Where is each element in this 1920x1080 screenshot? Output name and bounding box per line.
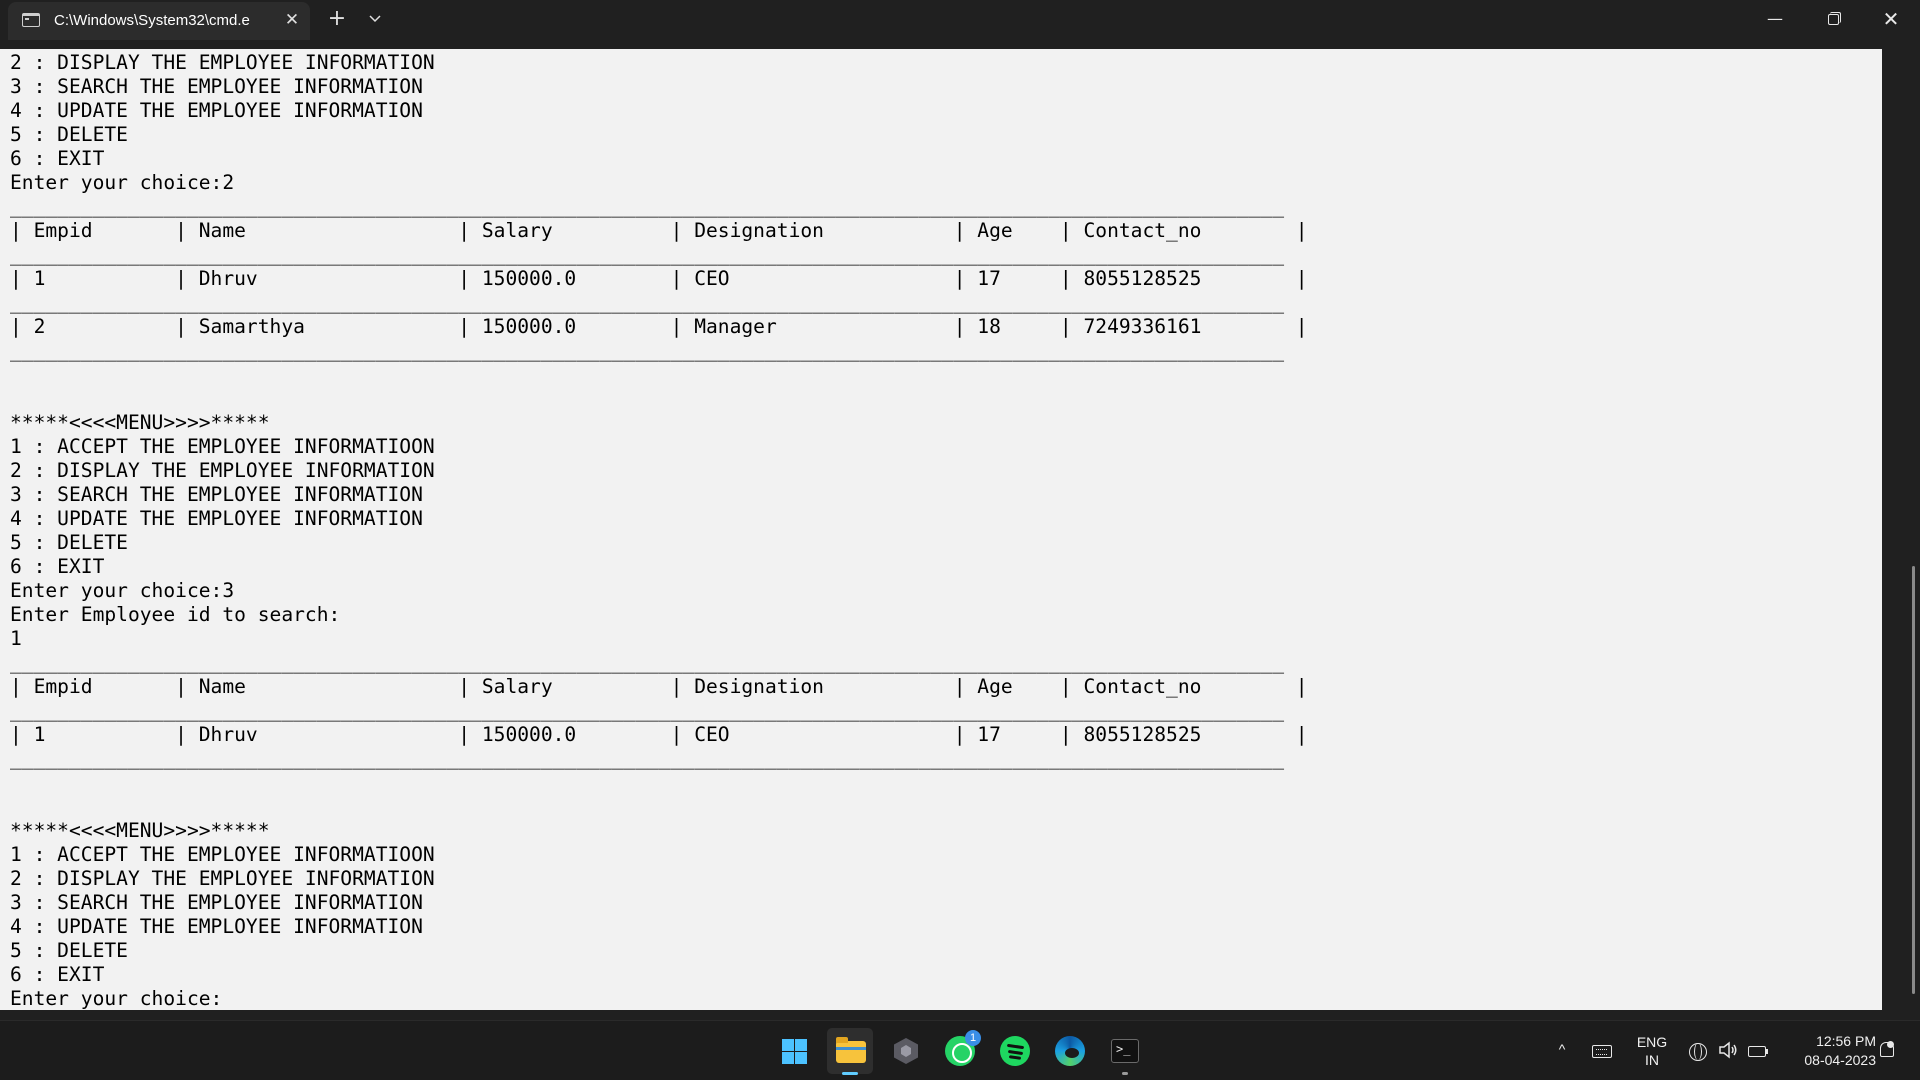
lang-region: IN [1645, 1052, 1659, 1068]
edge-button[interactable] [1047, 1028, 1093, 1074]
taskbar: 1 ^ ENG IN 12:56 PM 08-04-2023 [0, 1020, 1920, 1080]
console-output[interactable]: 2 : DISPLAY THE EMPLOYEE INFORMATION 3 : … [0, 49, 1882, 1010]
console-line: ________________________________________… [10, 291, 1285, 314]
spotify-icon [1000, 1036, 1030, 1066]
clock[interactable]: 12:56 PM 08-04-2023 [1770, 1032, 1876, 1070]
file-explorer-button[interactable] [827, 1028, 873, 1075]
edge-browser-icon [1055, 1036, 1085, 1066]
terminal-icon [1111, 1039, 1139, 1063]
console-line: 1 : ACCEPT THE EMPLOYEE INFORMATIOON [10, 435, 435, 458]
console-line: ________________________________________… [10, 699, 1285, 722]
console-line: | 1 | Dhruv | 150000.0 | CEO | 17 | 8055… [10, 723, 1308, 746]
console-line: | 1 | Dhruv | 150000.0 | CEO | 17 | 8055… [10, 267, 1308, 290]
hex-app-button[interactable] [882, 1028, 928, 1074]
title-bar: C:\Windows\System32\cmd.e ✕ + — ✕ [0, 0, 1920, 40]
close-tab-icon[interactable]: ✕ [282, 10, 302, 30]
speaker-icon[interactable] [1718, 1041, 1738, 1064]
console-line: Enter your choice: [10, 987, 223, 1010]
hexagon-app-icon [894, 1038, 918, 1064]
console-icon [22, 13, 40, 27]
restore-button[interactable] [1804, 0, 1862, 40]
lang-code: ENG [1636, 1034, 1668, 1050]
chevron-down-icon [369, 15, 381, 23]
restore-icon-back [1830, 12, 1841, 23]
console-line: ________________________________________… [10, 339, 1285, 362]
clock-time: 12:56 PM [1816, 1033, 1876, 1049]
spotify-button[interactable] [992, 1028, 1038, 1074]
minimize-button[interactable]: — [1746, 0, 1804, 40]
close-window-button[interactable]: ✕ [1862, 0, 1920, 40]
notification-badge: 1 [965, 1030, 981, 1046]
console-line: ________________________________________… [10, 747, 1285, 770]
console-line: 6 : EXIT [10, 963, 105, 986]
keyboard-icon[interactable] [1592, 1045, 1612, 1058]
console-line: 1 [10, 627, 22, 650]
console-line: 4 : UPDATE THE EMPLOYEE INFORMATION [10, 99, 423, 122]
terminal-button[interactable] [1102, 1028, 1148, 1075]
console-line: 2 : DISPLAY THE EMPLOYEE INFORMATION [10, 459, 435, 482]
volume-icon [1719, 1041, 1737, 1059]
show-hidden-icons-button[interactable]: ^ [1552, 1041, 1572, 1061]
console-line: 5 : DELETE [10, 531, 128, 554]
console-line: 3 : SEARCH THE EMPLOYEE INFORMATION [10, 75, 423, 98]
console-line: 3 : SEARCH THE EMPLOYEE INFORMATION [10, 483, 423, 506]
console-line: Enter your choice:2 [10, 171, 235, 194]
console-line: 4 : UPDATE THE EMPLOYEE INFORMATION [10, 507, 423, 530]
console-line: 6 : EXIT [10, 555, 105, 578]
console-text: 2 : DISPLAY THE EMPLOYEE INFORMATION 3 : … [10, 51, 1308, 1010]
console-line: 4 : UPDATE THE EMPLOYEE INFORMATION [10, 915, 423, 938]
start-button[interactable] [771, 1028, 817, 1074]
whatsapp-button[interactable]: 1 [937, 1028, 983, 1074]
console-line: 6 : EXIT [10, 147, 105, 170]
network-globe-icon[interactable] [1689, 1043, 1707, 1061]
windows-logo-icon [782, 1039, 807, 1064]
console-line: | Empid | Name | Salary | Designation | … [10, 219, 1308, 242]
console-line: | 2 | Samarthya | 150000.0 | Manager | 1… [10, 315, 1308, 338]
tab-cmd[interactable]: C:\Windows\System32\cmd.e ✕ [8, 2, 310, 40]
tab-title: C:\Windows\System32\cmd.e [54, 12, 250, 29]
clock-date: 08-04-2023 [1804, 1052, 1876, 1068]
console-line: ________________________________________… [10, 195, 1285, 218]
console-line: ________________________________________… [10, 651, 1285, 674]
notification-bell-icon[interactable] [1878, 1041, 1894, 1059]
language-indicator[interactable]: ENG IN [1630, 1033, 1674, 1069]
console-line: Enter your choice:3 [10, 579, 235, 602]
active-indicator [842, 1072, 858, 1075]
console-line: 3 : SEARCH THE EMPLOYEE INFORMATION [10, 891, 423, 914]
console-line: *****<<<<MENU>>>>***** [10, 411, 270, 434]
console-line: 2 : DISPLAY THE EMPLOYEE INFORMATION [10, 867, 435, 890]
console-line: 5 : DELETE [10, 939, 128, 962]
running-indicator [1122, 1072, 1128, 1075]
scrollbar-thumb[interactable] [1912, 566, 1915, 994]
console-line: ________________________________________… [10, 243, 1285, 266]
folder-icon [836, 1037, 866, 1063]
console-line: 2 : DISPLAY THE EMPLOYEE INFORMATION [10, 51, 435, 74]
console-line: 5 : DELETE [10, 123, 128, 146]
tab-dropdown-button[interactable] [362, 6, 388, 32]
console-line: Enter Employee id to search: [10, 603, 341, 626]
battery-icon[interactable] [1748, 1046, 1768, 1057]
console-line: | Empid | Name | Salary | Designation | … [10, 675, 1308, 698]
console-line: *****<<<<MENU>>>>***** [10, 819, 270, 842]
console-line: 1 : ACCEPT THE EMPLOYEE INFORMATIOON [10, 843, 435, 866]
new-tab-button[interactable]: + [324, 6, 350, 32]
